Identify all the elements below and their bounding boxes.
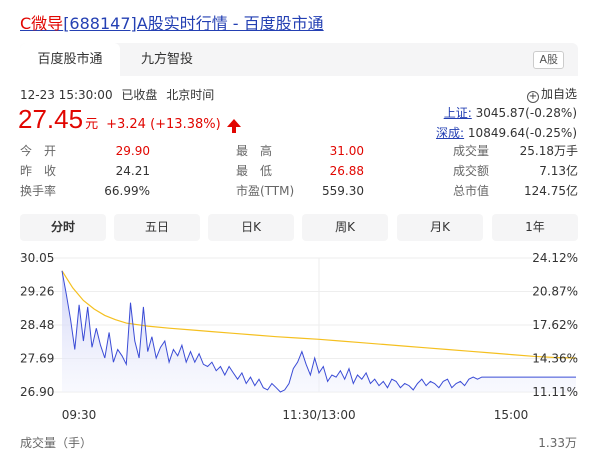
x-tick-label: 11:30/13:00 [282,408,355,422]
stat-label-turnover-rate: 换手率 [20,184,57,198]
market-badge: A股 [533,51,564,69]
quote-datetime: 12-23 15:30:00 [20,88,113,102]
plus-circle-icon: + [526,91,539,103]
y-tick-label-price: 28.48 [20,318,54,332]
stat-value-turnover-rate: 66.99% [104,184,150,198]
stats-grid: 今 开 29.90 最 高 31.00 成交量 25.18万手 昨 收 24.2… [20,141,578,201]
intraday-chart[interactable]: 30.05 29.26 28.48 27.69 26.90 24.12% 20.87% 17… [0,248,606,428]
index-shanghai-value: 3045.87(-0.28%) [475,106,577,120]
stat-value-open: 29.90 [115,144,150,158]
tab-daily-k[interactable]: 日K [208,214,294,241]
volume-max: 1.33万 [538,436,577,450]
tab-baidu-gushitong[interactable]: 百度股市通 [20,43,120,76]
stat-value-volume: 25.18万手 [519,144,578,158]
stats-row: 换手率 66.99% 市盈(TTM) 559.30 总市值 124.75亿 [20,181,578,201]
index-shenzhen-value: 10849.64(-0.25%) [467,126,577,140]
tab-jiufang-zhitou[interactable]: 九方智投 [124,43,210,76]
stat-value-low: 26.88 [329,164,364,178]
stat-value-turnover-amount: 7.13亿 [539,164,578,178]
index-shanghai[interactable]: 上证: 3045.87(-0.28%) [444,104,577,121]
stat-label-pe-ttm: 市盈(TTM) [236,184,295,198]
tab-monthly-k[interactable]: 月K [397,214,483,241]
index-shenzhen[interactable]: 深成: 10849.64(-0.25%) [436,124,577,141]
index-shenzhen-label[interactable]: 深成: [436,126,464,140]
stat-label-turnover-amount: 成交额 [453,164,490,178]
stat-label-high: 最 高 [236,144,273,158]
stat-label-open: 今 开 [20,144,57,158]
y-tick-label-price: 27.69 [20,352,54,366]
stat-value-pe-ttm: 559.30 [322,184,364,198]
price-row: 27.45 元 +3.24 (+13.38%) [18,104,241,135]
tab-five-day[interactable]: 五日 [114,214,200,241]
stat-label-low: 最 低 [236,164,273,178]
x-tick-label: 15:00 [494,408,529,422]
y-tick-label-percent: 24.12% [532,251,578,265]
stat-label-volume: 成交量 [453,144,490,158]
price-unit: 元 [85,117,99,132]
stats-row: 昨 收 24.21 最 低 26.88 成交额 7.13亿 [20,161,578,181]
stat-label-market-cap: 总市值 [453,184,490,198]
stat-value-high: 31.00 [329,144,364,158]
y-tick-label-price: 30.05 [20,251,54,265]
stat-value-prev-close: 24.21 [115,164,150,178]
arrow-up-icon [226,119,241,133]
y-tick-label-percent: 17.62% [532,318,578,332]
tab-intraday[interactable]: 分时 [20,214,106,241]
y-tick-label-price: 29.26 [20,285,54,299]
add-favorite-button[interactable]: + 加自选 [526,85,577,103]
volume-label: 成交量（手） [20,436,93,450]
x-tick-label: 09:30 [62,408,97,422]
stat-label-prev-close: 昨 收 [20,164,57,178]
period-tabs: 分时 五日 日K 周K 月K 1年 [20,214,578,241]
tab-weekly-k[interactable]: 周K [302,214,388,241]
source-tabbar: 百度股市通 九方智投 A股 [20,43,578,76]
price-change: +3.24 (+13.38%) [106,117,221,132]
timezone-label: 北京时间 [166,88,215,102]
page-title[interactable]: C微导[688147]A股实时行情 - 百度股市通 [20,10,324,34]
current-price: 27.45 [18,104,84,134]
market-status: 已收盘 [121,88,158,102]
y-tick-label-percent: 11.11% [532,385,578,399]
y-tick-label-price: 26.90 [20,385,54,399]
y-tick-label-percent: 14.36% [532,352,578,366]
y-tick-label-percent: 20.87% [532,285,578,299]
index-shanghai-label[interactable]: 上证: [444,106,472,120]
quote-meta: 12-23 15:30:00 已收盘 北京时间 [20,86,219,103]
stat-value-market-cap: 124.75亿 [524,184,578,198]
stock-title-rest: [688147]A股实时行情 - 百度股市通 [63,14,324,33]
add-favorite-label: 加自选 [540,87,577,101]
stats-row: 今 开 29.90 最 高 31.00 成交量 25.18万手 [20,141,578,161]
stock-name: C微导 [20,14,64,33]
tab-one-year[interactable]: 1年 [492,214,578,241]
